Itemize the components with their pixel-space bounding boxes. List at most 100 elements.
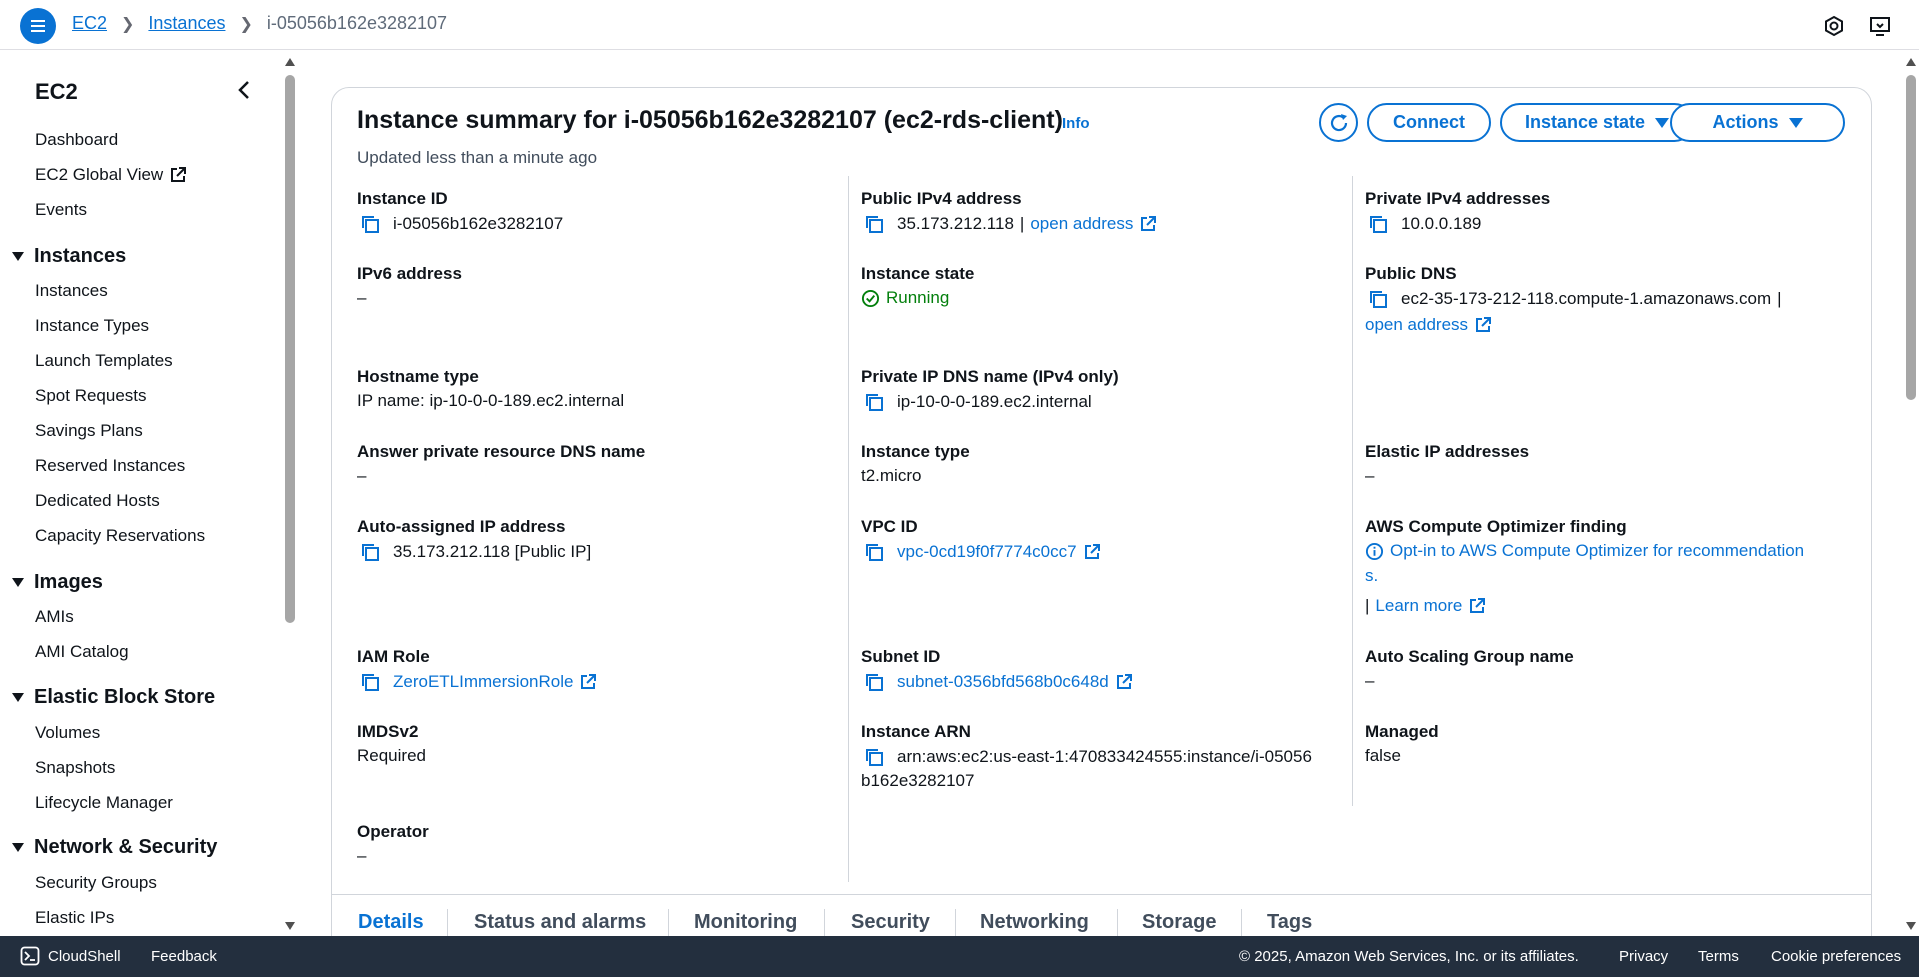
tab-divider (824, 909, 825, 937)
tab-details[interactable]: Details (358, 911, 424, 934)
page-scrollbar[interactable] (1906, 75, 1916, 400)
sidebar-item-dashboard[interactable]: Dashboard (35, 130, 118, 150)
subnet-id-link[interactable]: subnet-0356bfd568b0c648d (897, 672, 1109, 692)
sidebar-section-network-security[interactable]: Network & Security (12, 836, 217, 859)
copy-icon[interactable] (1367, 213, 1389, 235)
sidebar-item-volumes[interactable]: Volumes (35, 723, 100, 743)
learn-more-link[interactable]: Learn more (1375, 596, 1462, 616)
sidebar-item-security-groups[interactable]: Security Groups (35, 873, 157, 893)
cloudshell-button[interactable]: CloudShell (20, 946, 121, 966)
external-link-icon[interactable] (1474, 316, 1492, 334)
copy-icon[interactable] (863, 391, 885, 413)
sidebar-item-dedicated-hosts[interactable]: Dedicated Hosts (35, 491, 160, 511)
external-link-icon[interactable] (579, 673, 597, 691)
sidebar-item-lifecycle-manager[interactable]: Lifecycle Manager (35, 793, 173, 813)
sidebar-item-instances[interactable]: Instances (35, 281, 108, 301)
imdsv2-value: Required (357, 746, 426, 765)
copy-icon[interactable] (863, 541, 885, 563)
managed-label: Managed (1365, 722, 1439, 741)
external-link-icon[interactable] (1083, 543, 1101, 561)
instance-arn-label: Instance ARN (861, 722, 971, 741)
refresh-button[interactable] (1319, 103, 1358, 142)
external-link-icon[interactable] (1139, 215, 1157, 233)
sidebar-section-instances[interactable]: Instances (12, 245, 126, 268)
instance-id-label: Instance ID (357, 189, 448, 208)
vpc-id-value: vpc-0cd19f0f7774c0cc7 (863, 541, 1101, 563)
sidebar-item-events[interactable]: Events (35, 200, 87, 220)
iam-role-value: ZeroETLImmersionRole (359, 671, 597, 693)
private-ipv4-label: Private IPv4 addresses (1365, 189, 1551, 208)
connect-button[interactable]: Connect (1367, 103, 1491, 142)
private-dns-label: Private IP DNS name (IPv4 only) (861, 367, 1119, 386)
sidebar-item-instance-types[interactable]: Instance Types (35, 316, 149, 336)
instance-type-label: Instance type (861, 442, 970, 461)
iam-role-link[interactable]: ZeroETLImmersionRole (393, 672, 573, 692)
scroll-down-icon[interactable] (1905, 921, 1917, 931)
sidebar-item-elastic-ips[interactable]: Elastic IPs (35, 908, 114, 928)
copy-icon[interactable] (863, 213, 885, 235)
hexagon-settings-icon[interactable] (1822, 14, 1846, 38)
sidebar-scrollbar[interactable] (285, 75, 295, 623)
open-address-link[interactable]: open address (1030, 214, 1133, 234)
tab-tags[interactable]: Tags (1267, 911, 1312, 934)
optimizer-value-cont: s. (1365, 566, 1378, 586)
tab-status-alarms[interactable]: Status and alarms (474, 911, 646, 934)
cookie-preferences-link[interactable]: Cookie preferences (1771, 948, 1901, 965)
open-address-link[interactable]: open address (1365, 315, 1468, 335)
detail-tabs: Details Status and alarms Monitoring Sec… (332, 894, 1871, 937)
copy-icon[interactable] (359, 671, 381, 693)
sidebar-item-global-view[interactable]: EC2 Global View (35, 165, 187, 185)
external-link-icon[interactable] (1468, 597, 1486, 615)
copy-icon[interactable] (359, 213, 381, 235)
info-link[interactable]: Info (1062, 115, 1090, 132)
privacy-link[interactable]: Privacy (1619, 948, 1668, 965)
tab-divider (955, 909, 956, 937)
sidebar-item-reserved-instances[interactable]: Reserved Instances (35, 456, 185, 476)
terms-link[interactable]: Terms (1698, 948, 1739, 965)
breadcrumb-instances[interactable]: Instances (148, 13, 225, 34)
scroll-down-icon[interactable] (284, 921, 296, 931)
hostname-type-label: Hostname type (357, 367, 479, 386)
caret-down-icon (1788, 117, 1803, 128)
subnet-id-value: subnet-0356bfd568b0c648d (863, 671, 1133, 693)
sidebar-item-savings-plans[interactable]: Savings Plans (35, 421, 143, 441)
sidebar-item-spot-requests[interactable]: Spot Requests (35, 386, 147, 406)
sidebar-item-ami-catalog[interactable]: AMI Catalog (35, 642, 129, 662)
sidebar-item-amis[interactable]: AMIs (35, 607, 74, 627)
feedback-link[interactable]: Feedback (151, 948, 217, 965)
sidebar-title: EC2 (35, 79, 78, 104)
optimizer-opt-in-link-cont[interactable]: s. (1365, 566, 1378, 586)
copy-icon[interactable] (359, 541, 381, 563)
optimizer-opt-in-link[interactable]: Opt-in to AWS Compute Optimizer for reco… (1390, 541, 1804, 561)
external-link-icon[interactable] (1115, 673, 1133, 691)
sidebar-section-ebs[interactable]: Elastic Block Store (12, 686, 215, 709)
scroll-up-icon[interactable] (1905, 57, 1917, 67)
imdsv2-label: IMDSv2 (357, 722, 419, 741)
scroll-up-icon[interactable] (284, 57, 296, 67)
caret-down-icon (12, 843, 24, 852)
instance-state-button[interactable]: Instance state (1500, 103, 1694, 142)
tab-monitoring[interactable]: Monitoring (694, 911, 797, 934)
breadcrumb-ec2[interactable]: EC2 (72, 13, 107, 34)
auto-ip-value: 35.173.212.118 [Public IP] (359, 541, 591, 563)
caret-down-icon (12, 252, 24, 261)
screen-share-icon[interactable] (1868, 14, 1892, 38)
sidebar-item-launch-templates[interactable]: Launch Templates (35, 351, 173, 371)
tab-security[interactable]: Security (851, 911, 930, 934)
optimizer-value: Opt-in to AWS Compute Optimizer for reco… (1365, 541, 1804, 561)
tab-divider (1117, 909, 1118, 937)
sidebar-item-capacity-reservations[interactable]: Capacity Reservations (35, 526, 205, 546)
copy-icon[interactable] (1367, 288, 1389, 310)
sidebar-item-snapshots[interactable]: Snapshots (35, 758, 115, 778)
chevron-left-icon[interactable] (234, 77, 254, 103)
sidebar-section-images[interactable]: Images (12, 571, 103, 594)
tab-storage[interactable]: Storage (1142, 911, 1216, 934)
tab-networking[interactable]: Networking (980, 911, 1089, 934)
menu-button[interactable] (20, 8, 56, 44)
vpc-id-link[interactable]: vpc-0cd19f0f7774c0cc7 (897, 542, 1077, 562)
actions-button[interactable]: Actions (1670, 103, 1845, 142)
caret-down-icon (1655, 117, 1670, 128)
instance-state-value: Running (861, 288, 949, 308)
copy-icon[interactable] (863, 746, 885, 768)
copy-icon[interactable] (863, 671, 885, 693)
